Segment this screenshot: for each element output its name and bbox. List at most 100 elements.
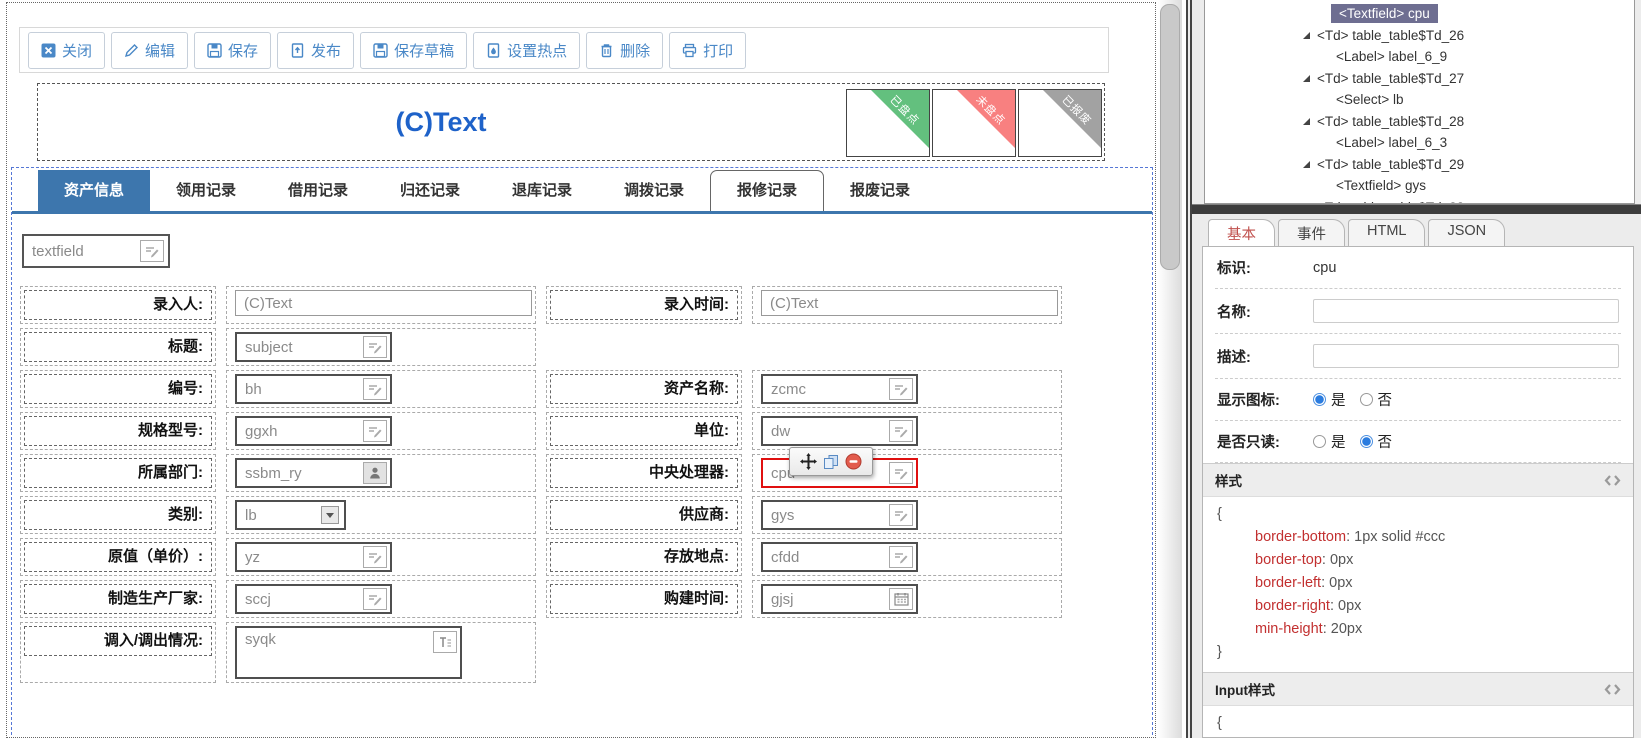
tab-领用记录[interactable]: 领用记录 <box>150 170 262 211</box>
style-code-block[interactable]: {height: 26pxcolor: #666 <box>1203 706 1633 737</box>
radio-selected-icon[interactable] <box>1359 435 1373 448</box>
tree-item-label: <Label> label_6_9 <box>1336 49 1448 65</box>
radio-option[interactable]: 是 <box>1313 389 1346 410</box>
canvas-vertical-scrollbar[interactable] <box>1158 0 1182 738</box>
inspector-tab-基本[interactable]: 基本 <box>1208 219 1275 248</box>
radio-selected-icon[interactable] <box>1313 393 1326 406</box>
close-icon <box>41 43 56 58</box>
copy-icon[interactable] <box>823 454 839 470</box>
field-label: 录入人: <box>24 290 212 320</box>
radio-option[interactable]: 是 <box>1313 431 1346 452</box>
tree-item-label: <Td> table_table$Td_28 <box>1317 113 1465 129</box>
property-label: 标识: <box>1217 261 1251 277</box>
field-ggxh[interactable]: ggxh <box>235 416 392 446</box>
field-bh[interactable]: bh <box>235 374 392 404</box>
button-label: 编辑 <box>145 42 176 60</box>
field-gjsj[interactable]: gjsj <box>761 584 918 614</box>
field-label: 标题: <box>24 332 212 362</box>
tab-资产信息[interactable]: 资产信息 <box>38 170 150 211</box>
property-label: 显示图标: <box>1217 393 1280 409</box>
tree-item[interactable]: <Label> label_6_3 <box>1205 132 1634 154</box>
property-input[interactable] <box>1313 344 1619 368</box>
publish-button[interactable]: 发布 <box>277 31 355 69</box>
field-(C)Text[interactable]: (C)Text <box>761 290 1058 316</box>
tab-退库记录[interactable]: 退库记录 <box>486 170 598 211</box>
action-toolbar: 关闭 编辑 保存 发布 保存草稿 设置热点 删除 打印 <box>19 27 1109 73</box>
css-value: : 20px <box>1322 621 1363 637</box>
tab-报废记录[interactable]: 报废记录 <box>824 170 936 211</box>
radio-option[interactable]: 否 <box>1359 431 1392 452</box>
field-dw[interactable]: dw <box>761 416 918 446</box>
tab-借用记录[interactable]: 借用记录 <box>262 170 374 211</box>
label-cell: 标题: <box>20 328 216 366</box>
style-code-block[interactable]: {border-bottom: 1px solid #ccc border-top… <box>1203 497 1633 672</box>
field-subject[interactable]: subject <box>235 332 392 362</box>
radio-option[interactable]: 否 <box>1359 389 1392 410</box>
tree-expand-icon[interactable] <box>1303 160 1310 168</box>
field-cell: (C)Text <box>226 286 536 324</box>
form-row: 规格型号: ggxh 单位: dw <box>20 412 1152 450</box>
property-label: 是否只读: <box>1217 435 1280 451</box>
field-(C)Text[interactable]: (C)Text <box>235 290 532 316</box>
field-yz[interactable]: yz <box>235 542 392 572</box>
remove-icon[interactable] <box>845 453 862 470</box>
close-button[interactable]: 关闭 <box>28 31 106 69</box>
tree-item[interactable]: <Td> table_table$Td_28 <box>1205 111 1634 133</box>
label-cell: 中央处理器: <box>546 454 742 492</box>
field-cell: (C)Text <box>752 286 1062 324</box>
button-label: 关闭 <box>62 42 93 60</box>
inspector-tab-HTML[interactable]: HTML <box>1348 219 1426 248</box>
inspector-tabs: 基本 事件 HTML JSON <box>1192 213 1641 248</box>
tab-调拨记录[interactable]: 调拨记录 <box>598 170 710 211</box>
field-value: dw <box>771 422 791 440</box>
delete-button[interactable]: 删除 <box>586 31 664 69</box>
property-input[interactable] <box>1313 299 1619 323</box>
field-ssbm_ry[interactable]: ssbm_ry <box>235 458 392 488</box>
dropdown-icon[interactable] <box>319 505 341 525</box>
code-line: border-right: 0px <box>1217 595 1619 618</box>
form-row: 所属部门: ssbm_ry 中央处理器: cpu <box>20 454 1152 492</box>
form-title: (C)Text <box>395 107 487 137</box>
property-label: 描述: <box>1217 349 1251 366</box>
tree-item-label: <Label> label_6_3 <box>1336 135 1448 151</box>
save-button[interactable]: 保存 <box>194 31 272 69</box>
field-value: lb <box>245 506 257 524</box>
button-label: 保存草稿 <box>394 42 455 60</box>
move-icon[interactable] <box>800 453 817 470</box>
field-syqk[interactable]: syqk <box>235 626 462 679</box>
tree-item[interactable]: <Label> label_6_9 <box>1205 46 1634 68</box>
field-zcmc[interactable]: zcmc <box>761 374 918 404</box>
tree-item[interactable]: <Textfield> gys <box>1205 175 1634 197</box>
tree-item[interactable]: <Textfield> cpu <box>1205 3 1634 25</box>
scrollbar-thumb[interactable] <box>1160 4 1180 270</box>
print-button[interactable]: 打印 <box>669 31 747 69</box>
field-sccj[interactable]: sccj <box>235 584 392 614</box>
inspector-tab-JSON[interactable]: JSON <box>1428 219 1506 248</box>
delete-icon <box>599 43 614 58</box>
label-cell: 供应商: <box>546 496 742 534</box>
radio-icon[interactable] <box>1359 393 1373 406</box>
tree-expand-icon[interactable] <box>1303 117 1310 125</box>
field-cell: subject <box>226 328 536 366</box>
tab-报修记录[interactable]: 报修记录 <box>710 170 824 211</box>
save-draft-button[interactable]: 保存草稿 <box>360 31 468 69</box>
tree-expand-icon[interactable] <box>1303 31 1310 39</box>
radio-icon[interactable] <box>1313 435 1326 448</box>
inspector-tab-事件[interactable]: 事件 <box>1278 219 1345 248</box>
field-gys[interactable]: gys <box>761 500 918 530</box>
tree-item[interactable]: <Td> table_table$Td_26 <box>1205 25 1634 47</box>
field-lb[interactable]: lb <box>235 500 346 530</box>
field-cfdd[interactable]: cfdd <box>761 542 918 572</box>
tree-item[interactable]: <Td> table_table$Td_27 <box>1205 68 1634 90</box>
tree-expand-icon[interactable] <box>1303 74 1310 82</box>
set-hotspot-button[interactable]: 设置热点 <box>473 31 581 69</box>
tab-归还记录[interactable]: 归还记录 <box>374 170 486 211</box>
textfield-widget[interactable]: textfield <box>22 234 170 268</box>
tree-item[interactable]: <Td> table_table$Td_22 <box>1205 197 1634 203</box>
css-property: border-left <box>1255 575 1322 591</box>
tree-item[interactable]: <Select> lb <box>1205 89 1634 111</box>
style-section-header[interactable]: 样式 <box>1203 463 1633 497</box>
tree-item[interactable]: <Td> table_table$Td_29 <box>1205 154 1634 176</box>
edit-button[interactable]: 编辑 <box>111 31 189 69</box>
style-section-header[interactable]: Input样式 <box>1203 672 1633 706</box>
